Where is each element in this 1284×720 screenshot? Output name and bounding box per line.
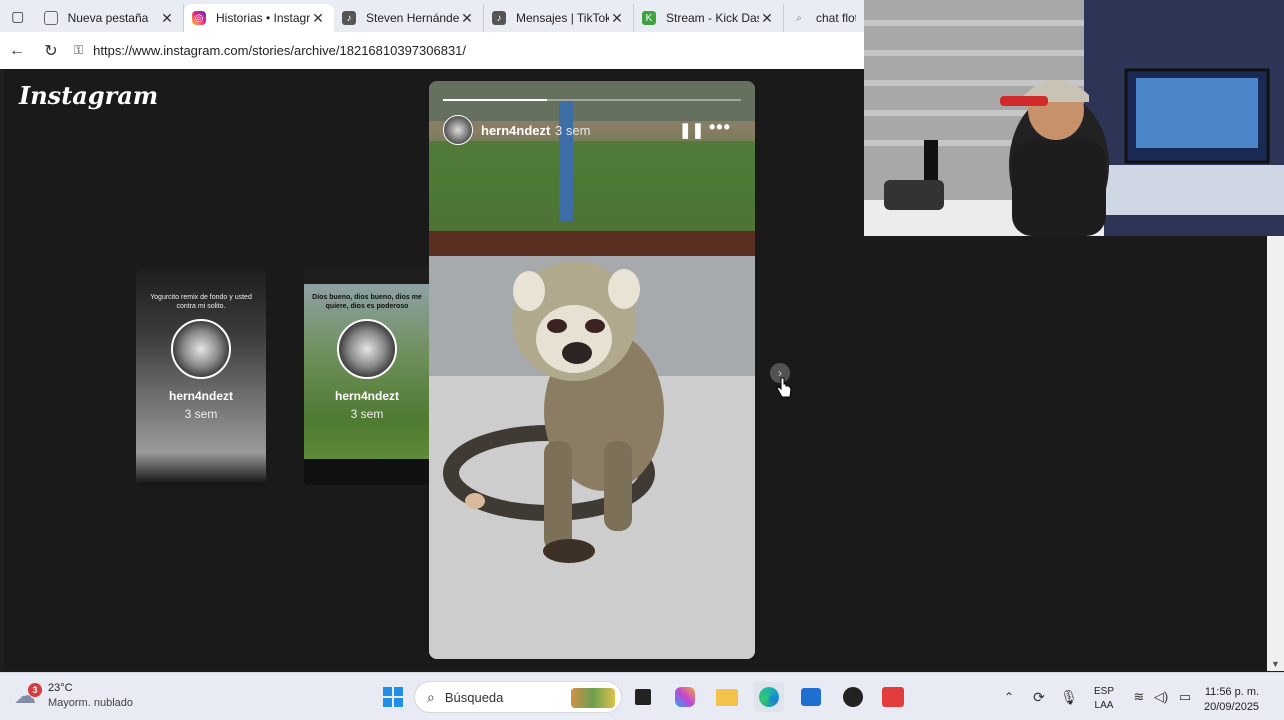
reload-icon[interactable]: ↻ (34, 34, 68, 68)
story-caption: Dios bueno, dios bueno, dios me quiere, … (312, 294, 422, 310)
more-icon[interactable]: ••• (709, 117, 731, 138)
weather-temp: 23°C (48, 682, 73, 694)
tab-bar: ▢ Nueva pestaña ✕ ◎ Historias • Instagra… (0, 0, 864, 32)
tab-tiktok-messages[interactable]: ♪ Mensajes | TikTok ✕ (484, 4, 634, 32)
kick-icon: K (642, 11, 656, 25)
url-text: https://www.instagram.com/stories/archiv… (93, 43, 467, 58)
story-username: hern4ndezt (168, 389, 233, 403)
instagram-logo[interactable]: Instagram (19, 81, 158, 110)
active-story[interactable]: hern4ndezt 3 sem ❚❚ ••• (429, 81, 755, 659)
avatar[interactable] (443, 115, 473, 145)
search-placeholder: Búsqueda (444, 689, 504, 705)
tab-title: chat flotan (816, 11, 856, 25)
story-time: 3 sem (350, 407, 384, 421)
search-icon: ⌕ (427, 688, 435, 705)
story-time: 3 sem (555, 123, 591, 138)
weather-condition: Mayorm. nublado (48, 697, 133, 709)
pause-icon[interactable]: ❚❚ (679, 121, 704, 139)
instagram-icon: ◎ (192, 11, 206, 25)
store-icon[interactable] (796, 682, 826, 712)
story-progress-bar (443, 99, 741, 101)
close-tab-icon[interactable]: ✕ (310, 10, 326, 27)
start-button[interactable] (378, 682, 408, 712)
clock-date: 20/09/2025 (1204, 701, 1260, 713)
obs-icon[interactable] (838, 682, 868, 712)
story-username: hern4ndezt (334, 389, 399, 403)
screen: ▢ Nueva pestaña ✕ ◎ Historias • Instagra… (0, 0, 1284, 720)
avatar (171, 319, 231, 379)
clock-time: 11:56 p. m. (1204, 686, 1260, 698)
tab-chat-flotante[interactable]: ⌕ chat flotan (784, 4, 864, 32)
tab-actions-icon[interactable]: ▢ (0, 0, 36, 32)
tab-instagram-stories[interactable]: ◎ Historias • Instagra ✕ (184, 4, 334, 32)
battery-icon[interactable]: ▭ (1170, 682, 1200, 712)
weather-widget[interactable]: ☁ 3 23°C Mayorm. nublado (14, 681, 133, 711)
tab-title: Steven Hernández (366, 11, 459, 25)
cloudy-icon: ☁ 3 (14, 683, 42, 707)
copilot-icon[interactable] (670, 682, 700, 712)
tab-new-tab[interactable]: Nueva pestaña ✕ (36, 4, 184, 32)
close-tab-icon[interactable]: ✕ (159, 10, 175, 27)
taskbar-search[interactable]: ⌕ Búsqueda (414, 681, 622, 713)
story-username[interactable]: hern4ndezt (481, 123, 550, 138)
sync-icon[interactable]: ⟳ (1024, 682, 1054, 712)
scroll-down-icon[interactable]: ▼ (1271, 659, 1280, 669)
tab-title: Stream - Kick Dash (666, 11, 759, 25)
notification-badge: 3 (28, 683, 42, 697)
new-tab-icon (43, 11, 58, 25)
search-highlight-image (571, 688, 615, 708)
tab-kick-dashboard[interactable]: K Stream - Kick Dash ✕ (634, 4, 784, 32)
tiktok-icon: ♪ (492, 11, 506, 25)
avatar (337, 319, 397, 379)
tiktok-icon: ♪ (342, 11, 356, 25)
back-icon[interactable]: ← (0, 34, 34, 68)
system-clock[interactable]: 11:56 p. m. 20/09/2025 (1204, 685, 1259, 715)
edge-icon[interactable] (754, 682, 784, 712)
tab-title: Historias • Instagra (216, 11, 310, 25)
task-view-icon[interactable] (628, 682, 658, 712)
chevron-up-icon[interactable]: ⌃ (994, 682, 1024, 712)
story-caption: Yogurcito remix de fondo y usted contra … (150, 294, 252, 310)
keyboard-layout: LAA (1094, 700, 1114, 711)
microphone-icon[interactable]: 🎙 (1054, 682, 1084, 712)
tab-title: Nueva pestaña (67, 11, 149, 25)
language-indicator[interactable]: ESP LAA (1094, 685, 1114, 713)
tab-title: Mensajes | TikTok (516, 11, 609, 25)
taskbar: ☁ 3 23°C Mayorm. nublado ⌕ Búsqueda ⌃ ⟳ 🎙 (0, 672, 1284, 720)
story-photo (429, 81, 755, 659)
url-field[interactable]: ⚿ https://www.instagram.com/stories/arch… (74, 37, 864, 65)
story-progress-fill (443, 99, 548, 101)
app-red-icon[interactable] (878, 682, 908, 712)
story-thumbnail[interactable]: Yogurcito remix de fondo y usted contra … (136, 269, 266, 485)
site-info-icon[interactable]: ⚿ (74, 43, 83, 58)
close-tab-icon[interactable]: ✕ (459, 10, 475, 27)
webcam-overlay (864, 0, 1284, 236)
webcam-image (864, 0, 1284, 236)
close-tab-icon[interactable]: ✕ (609, 10, 625, 27)
language-code: ESP (1094, 686, 1115, 697)
story-thumbnail[interactable]: Dios bueno, dios bueno, dios me quiere, … (304, 269, 430, 485)
search-icon: ⌕ (796, 12, 802, 24)
file-explorer-icon[interactable] (712, 682, 742, 712)
tab-tiktok-profile[interactable]: ♪ Steven Hernández ✕ (334, 4, 484, 32)
hand-cursor-icon (776, 377, 792, 398)
close-tab-icon[interactable]: ✕ (759, 10, 775, 27)
windows-icon (383, 687, 403, 707)
story-time: 3 sem (184, 407, 218, 421)
address-bar: ← ↻ ⚿ https://www.instagram.com/stories/… (0, 32, 864, 69)
